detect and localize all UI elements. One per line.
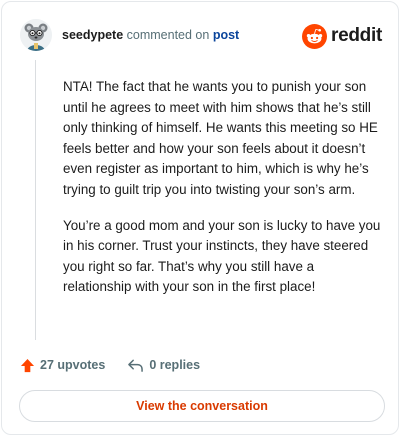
avatar[interactable] xyxy=(20,19,52,51)
reply-arrow-icon xyxy=(128,359,144,372)
reddit-brand[interactable]: reddit xyxy=(302,23,382,49)
upvote-count: 27 upvotes xyxy=(40,358,106,372)
reddit-logo-icon xyxy=(302,23,328,49)
thread-line xyxy=(35,60,36,340)
comment-card: seedypete commented on post reddit NTA! … xyxy=(1,1,399,435)
commented-on-text: commented on xyxy=(126,28,210,42)
view-conversation-button[interactable]: View the conversation xyxy=(19,390,385,422)
comment-meta: seedypete commented on post xyxy=(62,27,239,43)
comment-body: NTA! The fact that he wants you to punis… xyxy=(63,77,383,313)
comment-header: seedypete commented on post reddit xyxy=(20,19,382,53)
avatar-image xyxy=(20,19,52,51)
reddit-wordmark: reddit xyxy=(331,25,382,46)
comment-paragraph: You’re a good mom and your son is lucky … xyxy=(63,217,381,295)
upvote-arrow-icon xyxy=(20,358,35,372)
reply-button[interactable]: 0 replies xyxy=(127,358,200,373)
upvote-button[interactable]: 27 upvotes xyxy=(20,358,105,373)
username-link[interactable]: seedypete xyxy=(62,28,123,42)
reply-count: 0 replies xyxy=(149,358,201,372)
comment-actions: 27 upvotes 0 replies xyxy=(20,354,200,376)
comment-paragraph: NTA! The fact that he wants you to punis… xyxy=(63,79,378,197)
post-link[interactable]: post xyxy=(213,28,239,42)
